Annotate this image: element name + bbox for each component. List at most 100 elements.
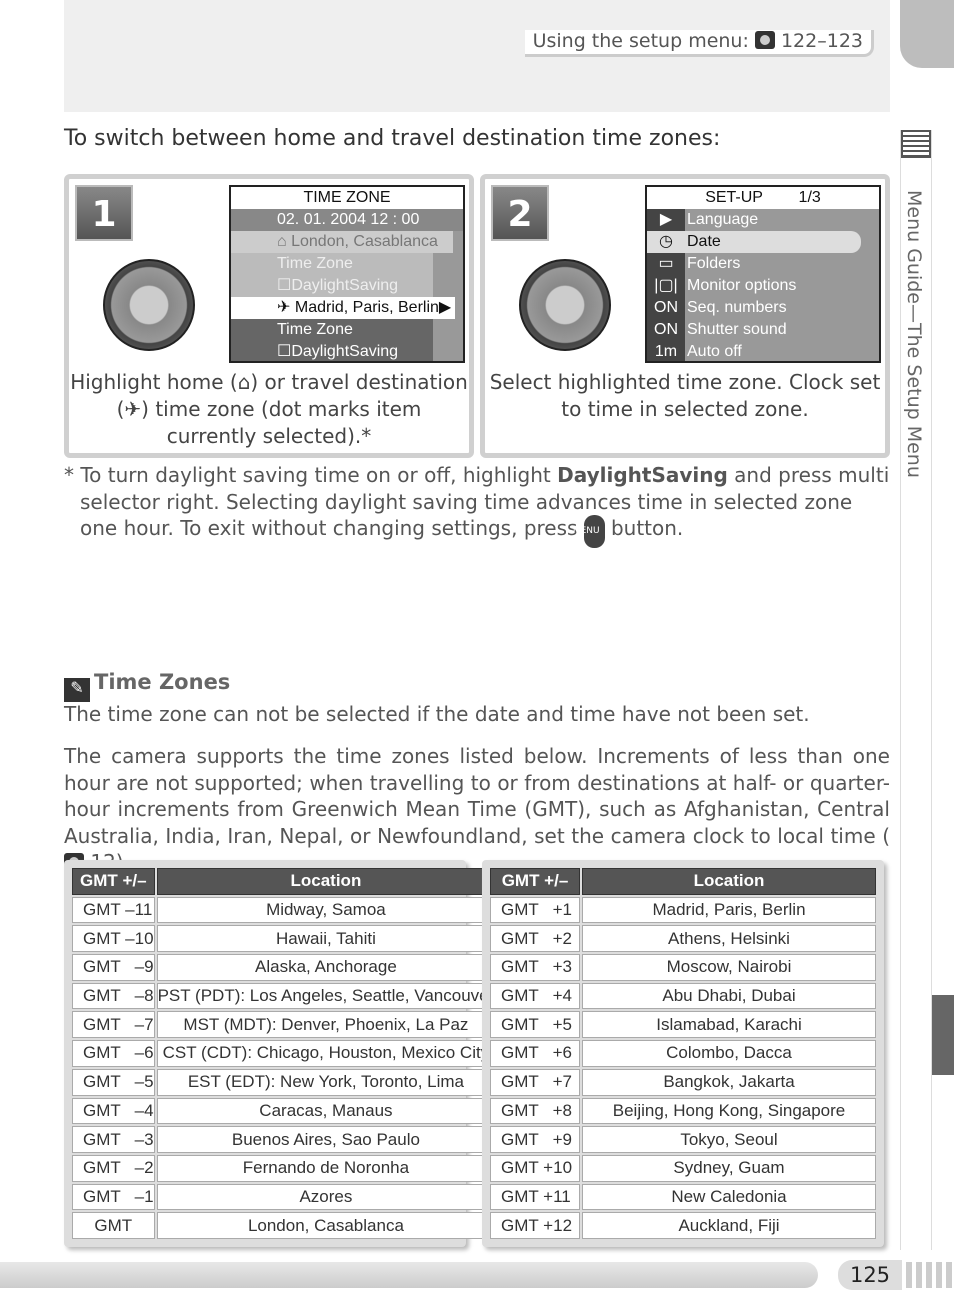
home-time-zone: Time Zone xyxy=(231,253,433,275)
menu-item: 1m Auto off xyxy=(647,341,879,361)
column-header: Location xyxy=(582,868,876,895)
location-cell: Athens, Helsinki xyxy=(582,925,876,953)
location-cell: Sydney, Guam xyxy=(582,1154,876,1182)
location-cell: Buenos Aires, Sao Paulo xyxy=(156,1126,496,1153)
location-cell: Islamabad, Karachi xyxy=(582,1011,876,1039)
travel-zone-row: ✈ Madrid, Paris, Berlin▶ xyxy=(231,297,455,319)
gmt-offset-cell: GMT –6 xyxy=(72,1040,155,1067)
location-cell: Madrid, Paris, Berlin xyxy=(582,896,876,924)
location-cell: MST (MDT): Denver, Phoenix, La Paz xyxy=(156,1011,496,1039)
note-pencil-icon: ✎ xyxy=(64,678,90,702)
date-time: 02. 01. 2004 12 : 00 xyxy=(231,209,463,231)
home-zone-row: ⌂ London, Casablanca xyxy=(231,231,453,253)
menu-item-label: Language xyxy=(687,211,759,228)
corner-tab xyxy=(900,0,954,68)
step-number: 1 xyxy=(75,185,133,241)
camera-reference-icon xyxy=(754,31,775,49)
gmt-offset-cell: GMT –9 xyxy=(72,954,155,981)
table-row: GMT –4 Caracas, Manaus xyxy=(72,1097,496,1125)
location-cell: Beijing, Hong Kong, Singapore xyxy=(582,1097,876,1125)
menu-item-icon: ▭ xyxy=(647,253,685,275)
gmt-offset-cell: GMT –8 xyxy=(72,982,155,1010)
location-cell: Abu Dhabi, Dubai xyxy=(582,982,876,1010)
table-row: GMT +1 Madrid, Paris, Berlin xyxy=(490,896,876,924)
gmt-offset-cell: GMT –1 xyxy=(72,1183,155,1211)
gmt-offset-cell: GMT +1 xyxy=(490,896,580,924)
location-cell: London, Casablanca xyxy=(156,1212,496,1239)
location-cell: New Caledonia xyxy=(582,1183,876,1211)
menu-item: ◷ Date xyxy=(647,231,861,253)
home-icon: ⌂ xyxy=(277,233,292,250)
section-heading: ✎ Time Zones xyxy=(64,670,230,702)
cross-reference: Using the setup menu: 122–123 xyxy=(524,30,874,57)
location-cell: Colombo, Dacca xyxy=(582,1040,876,1067)
gmt-offset-cell: GMT +9 xyxy=(490,1126,580,1153)
menu-item-icon: |▢| xyxy=(647,275,685,297)
location-cell: Midway, Samoa xyxy=(156,896,496,924)
paragraph: The time zone can not be selected if the… xyxy=(64,702,810,726)
column-header: GMT +/– xyxy=(72,868,155,895)
table-row: GMT +9 Tokyo, Seoul xyxy=(490,1126,876,1153)
table-row: GMT –2 Fernando de Noronha xyxy=(72,1154,496,1182)
menu-item: ▭ Folders xyxy=(647,253,879,275)
section-tab xyxy=(932,995,954,1075)
step-caption: Select highlighted time zone. Clock set … xyxy=(489,370,881,421)
travel-time-zone: Time Zone xyxy=(231,319,433,341)
footer-stripes xyxy=(906,1262,954,1288)
screen-title: TIME ZONE xyxy=(231,187,463,209)
location-cell: Bangkok, Jakarta xyxy=(582,1068,876,1096)
section-label: Menu Guide—The Setup Menu xyxy=(903,190,925,478)
gmt-offset-cell: GMT –2 xyxy=(72,1154,155,1182)
gmt-offset-cell: GMT +6 xyxy=(490,1040,580,1067)
location-cell: Moscow, Nairobi xyxy=(582,954,876,981)
gmt-offset-cell: GMT –11 xyxy=(72,896,155,924)
table-row: GMT +8 Beijing, Hong Kong, Singapore xyxy=(490,1097,876,1125)
step-1: 1 TIME ZONE 02. 01. 2004 12 : 00 ⌂ Londo… xyxy=(64,174,474,458)
table-row: GMT +10 Sydney, Guam xyxy=(490,1154,876,1182)
airplane-icon: ✈ xyxy=(277,299,295,316)
gmt-offset-cell: GMT +4 xyxy=(490,982,580,1010)
menu-item: |▢| Monitor options xyxy=(647,275,879,297)
page-number: 125 xyxy=(838,1260,902,1290)
gmt-offset-cell: GMT +12 xyxy=(490,1212,580,1239)
time-zone-screen: TIME ZONE 02. 01. 2004 12 : 00 ⌂ London,… xyxy=(229,185,465,363)
footer-bar xyxy=(0,1262,818,1288)
location-cell: Caracas, Manaus xyxy=(156,1097,496,1125)
gmt-offset-cell: GMT –5 xyxy=(72,1068,155,1096)
location-cell: Azores xyxy=(156,1183,496,1211)
setup-menu-screen: SET-UP 1/3 ▶ Language ◷ Date ▭ Folders |▢| Moni… xyxy=(645,185,881,363)
location-cell: Auckland, Fiji xyxy=(582,1212,876,1239)
location-cell: Tokyo, Seoul xyxy=(582,1126,876,1153)
gmt-offset-cell: GMT +5 xyxy=(490,1011,580,1039)
table-row: GMT –9 Alaska, Anchorage xyxy=(72,954,496,981)
table-header: GMT +/– Location xyxy=(72,868,496,895)
paragraph: The camera supports the time zones liste… xyxy=(64,743,890,876)
menu-item-icon: ◷ xyxy=(659,233,673,250)
gmt-offset-cell: GMT +8 xyxy=(490,1097,580,1125)
menu-item-label: Shutter sound xyxy=(687,321,787,338)
step-caption: Highlight home (⌂) or travel destination… xyxy=(70,370,468,448)
gmt-offset-cell: GMT –3 xyxy=(72,1126,155,1153)
time-zone-table-right: GMT +/– Location GMT +1 Madrid, Paris, Berl… xyxy=(482,860,884,1247)
gmt-offset-cell: GMT +10 xyxy=(490,1154,580,1182)
table-row: GMT –8 PST (PDT): Los Angeles, Seattle, V… xyxy=(72,982,496,1010)
gmt-offset-cell: GMT +11 xyxy=(490,1183,580,1211)
table-row: GMT –3 Buenos Aires, Sao Paulo xyxy=(72,1126,496,1153)
gmt-offset-cell: GMT –7 xyxy=(72,1011,155,1039)
table-row: GMT –6 CST (CDT): Chicago, Houston, Mexic… xyxy=(72,1040,496,1067)
menu-item: ON Shutter sound xyxy=(647,319,879,341)
gmt-offset-cell: GMT +3 xyxy=(490,954,580,981)
table-row: GMT +5 Islamabad, Karachi xyxy=(490,1011,876,1039)
menu-item-label: Monitor options xyxy=(687,277,797,294)
location-cell: Hawaii, Tahiti xyxy=(156,925,496,953)
setup-menu-list: ▶ Language ◷ Date ▭ Folders |▢| Monitor options… xyxy=(647,209,879,361)
menu-item-label: Seq. numbers xyxy=(687,299,787,316)
table-row: GMT +3 Moscow, Nairobi xyxy=(490,954,876,981)
menu-item-label: Auto off xyxy=(687,343,742,360)
step-number: 2 xyxy=(491,185,549,241)
time-zone-table-left: GMT +/– Location GMT –11 Midway, Samoa GMT –… xyxy=(64,860,496,1247)
location-cell: Fernando de Noronha xyxy=(156,1154,496,1182)
menu-item-icon: ▶ xyxy=(647,209,685,231)
location-cell: PST (PDT): Los Angeles, Seattle, Vancouv… xyxy=(156,982,496,1010)
gmt-offset-cell: GMT +7 xyxy=(490,1068,580,1096)
